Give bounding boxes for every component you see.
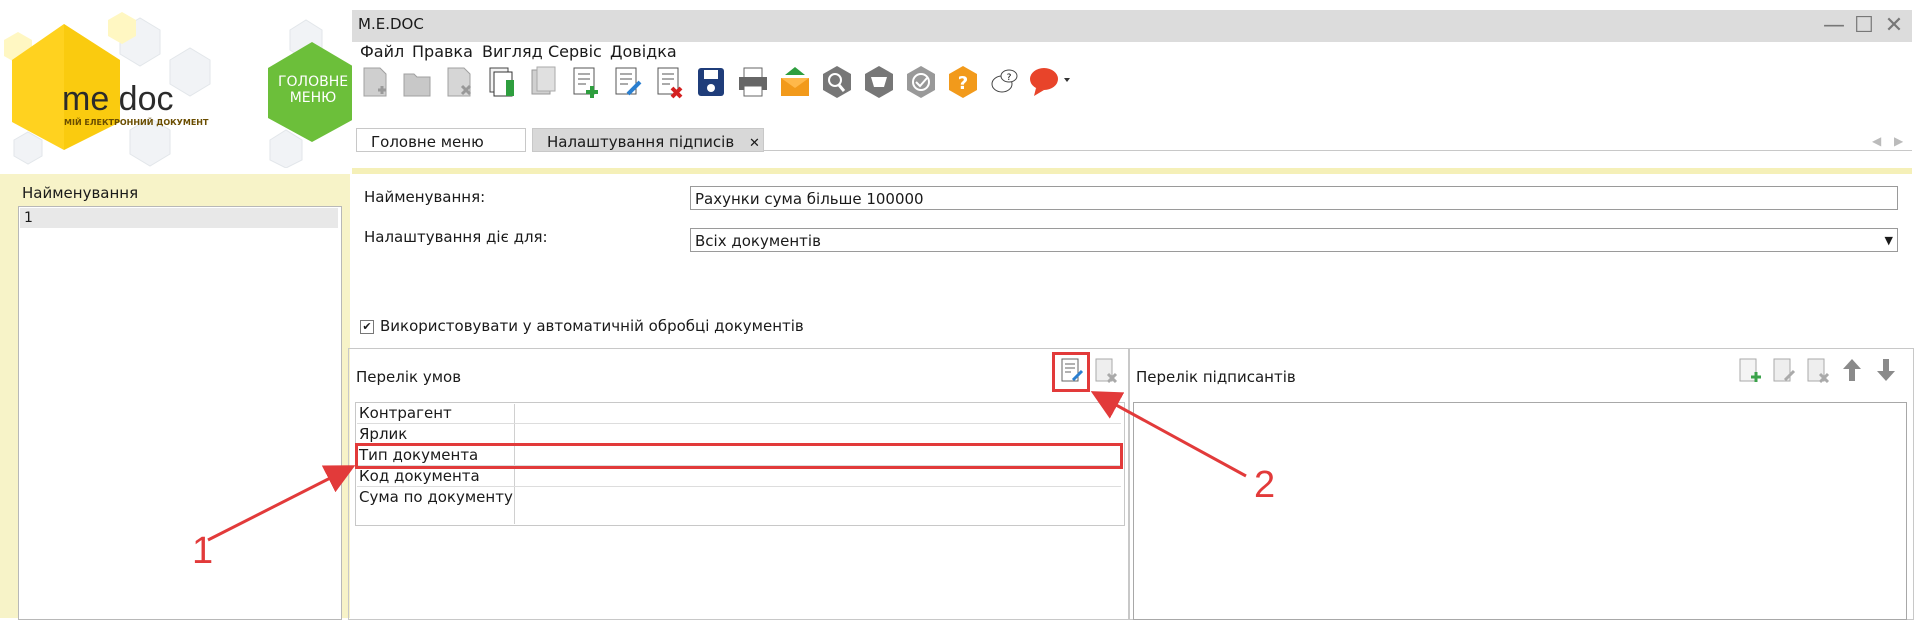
home-menu-button[interactable]: ГОЛОВНЕ МЕНЮ <box>278 74 348 106</box>
callout-number-1: 1 <box>192 530 214 572</box>
delete-signer-icon[interactable] <box>1804 356 1832 384</box>
tab-signature-settings[interactable]: Налаштування підписів ✕ <box>532 128 764 152</box>
add-signer-icon[interactable] <box>1736 356 1764 384</box>
save-icon[interactable] <box>694 64 728 100</box>
arrow-down-icon[interactable] <box>1872 356 1900 384</box>
feedback-icon[interactable] <box>1028 64 1072 100</box>
name-input[interactable]: Рахунки сума більше 100000 <box>690 186 1898 210</box>
add-doc-icon[interactable] <box>568 64 602 100</box>
chevron-down-icon[interactable]: ▼ <box>1885 229 1893 253</box>
logo-tagline: МІЙ ЕЛЕКТРОННИЙ ДОКУМЕНТ <box>64 118 209 127</box>
title-bar <box>352 10 1912 42</box>
name-label: Найменування: <box>364 188 486 206</box>
svg-text:?: ? <box>1007 73 1012 83</box>
signers-list <box>1133 402 1907 620</box>
inbox-icon[interactable] <box>862 64 896 100</box>
tab-main-menu[interactable]: Головне меню <box>356 128 526 152</box>
remove-doc-icon[interactable] <box>652 64 686 100</box>
callout-highlight-row <box>355 443 1123 469</box>
maximize-icon[interactable]: ☐ <box>1850 12 1878 40</box>
table-row[interactable]: Контрагент <box>357 403 1121 424</box>
callout-highlight-button <box>1052 352 1090 392</box>
tab-scroll-left-icon[interactable]: ◀ <box>1872 134 1881 148</box>
applies-label: Налаштування діє для: <box>364 228 548 246</box>
help-icon[interactable]: ? <box>946 64 980 100</box>
tab-scroll-right-icon[interactable]: ▶ <box>1894 134 1903 148</box>
callout-number-2: 2 <box>1254 464 1276 506</box>
tab-label: Налаштування підписів <box>547 133 735 151</box>
menu-file[interactable]: Файл <box>360 42 404 61</box>
tab-strip-line <box>764 150 1912 151</box>
menu-service[interactable]: Сервіс <box>548 42 602 61</box>
menu-view[interactable]: Вигляд <box>482 42 543 61</box>
applies-select-value: Всіх документів <box>695 232 821 250</box>
delete-doc-icon[interactable] <box>442 64 476 100</box>
table-row[interactable]: Сума по документу <box>357 487 1121 523</box>
table-row[interactable]: Код документа <box>357 466 1121 487</box>
applies-select[interactable]: Всіх документів ▼ <box>690 228 1898 252</box>
logo-text: me doc <box>62 80 174 118</box>
new-doc-icon[interactable] <box>358 64 392 100</box>
chat-icon[interactable]: ? <box>988 64 1022 100</box>
print-icon[interactable] <box>736 64 770 100</box>
search-icon[interactable] <box>820 64 854 100</box>
signers-title: Перелік підписантів <box>1136 368 1296 386</box>
list-item[interactable]: 1 <box>20 208 338 228</box>
menu-help[interactable]: Довідка <box>610 42 677 61</box>
window-title: M.E.DOC <box>358 15 424 33</box>
tab-close-icon[interactable]: ✕ <box>749 136 760 151</box>
svg-text:?: ? <box>958 73 968 94</box>
auto-process-label: Використовувати у автоматичній обробці д… <box>380 317 804 335</box>
close-icon[interactable]: ✕ <box>1880 12 1908 40</box>
list-title: Найменування <box>22 184 139 202</box>
edit-doc-icon[interactable] <box>610 64 644 100</box>
conditions-title: Перелік умов <box>356 368 462 386</box>
delete-condition-icon[interactable] <box>1092 356 1120 384</box>
edit-signer-icon[interactable] <box>1770 356 1798 384</box>
menu-edit[interactable]: Правка <box>412 42 473 61</box>
copy-doc-icon[interactable] <box>484 64 518 100</box>
auto-process-checkbox[interactable]: ✔ <box>360 320 374 334</box>
duplicate-doc-icon[interactable] <box>526 64 560 100</box>
sign-icon[interactable] <box>904 64 938 100</box>
send-icon[interactable] <box>778 64 812 100</box>
names-list <box>18 206 342 620</box>
arrow-up-icon[interactable] <box>1838 356 1866 384</box>
content-top-border <box>352 168 1912 174</box>
open-doc-icon[interactable] <box>400 64 434 100</box>
table-row[interactable]: Ярлик <box>357 424 1121 445</box>
minimize-icon[interactable]: — <box>1820 12 1848 40</box>
